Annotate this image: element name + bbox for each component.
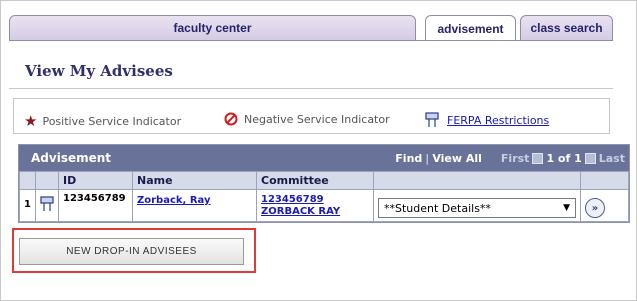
ferpa-icon [40, 196, 54, 212]
table-row: 1 123456789 Zorback, Ray 123456789 ZORBA… [19, 189, 629, 222]
tab-divider [9, 40, 613, 41]
ferpa-restrictions-link[interactable]: FERPA Restrictions [447, 114, 549, 127]
col-go [580, 171, 629, 190]
tab-label: faculty center [173, 21, 252, 35]
tab-class-search[interactable]: class search [520, 15, 613, 40]
grid-navigation: Find | View All First 1 of 1 Last [395, 152, 625, 165]
legend-ferpa: FERPA Restrictions [425, 112, 549, 128]
col-name: Name [132, 171, 257, 190]
chevron-down-icon: ▼ [563, 203, 570, 213]
advisee-name-cell: Zorback, Ray [132, 189, 257, 222]
next-arrow-icon[interactable] [584, 153, 596, 164]
nav-separator: | [425, 152, 430, 165]
view-all-link[interactable]: View All [432, 152, 482, 165]
tab-faculty-center[interactable]: faculty center [9, 15, 416, 40]
legend-positive: ★ Positive Service Indicator [24, 112, 181, 130]
col-id: ID [58, 171, 133, 190]
last-label: Last [598, 152, 625, 165]
find-link[interactable]: Find [395, 152, 422, 165]
title-divider [9, 88, 613, 89]
go-button[interactable]: » [585, 198, 605, 218]
new-drop-in-advisees-button[interactable]: NEW DROP-IN ADVISEES [19, 238, 244, 265]
previous-arrow-icon[interactable] [532, 153, 544, 164]
col-icon [35, 171, 59, 190]
tab-label: class search [530, 21, 603, 35]
advisee-id: 123456789 [58, 189, 133, 222]
star-icon: ★ [24, 112, 38, 130]
first-label: First [500, 152, 530, 165]
col-row-num [19, 171, 36, 190]
legend-positive-label: Positive Service Indicator [42, 114, 182, 128]
committee-name-link[interactable]: ZORBACK RAY [261, 206, 340, 217]
committee-cell: 123456789 ZORBACK RAY [256, 189, 374, 222]
legend-negative: Negative Service Indicator [224, 112, 390, 126]
legend-negative-label: Negative Service Indicator [244, 112, 390, 126]
page-title: View My Advisees [25, 62, 173, 80]
row-range: 1 of 1 [546, 152, 582, 165]
go-cell: » [580, 189, 629, 222]
action-cell: **Student Details** ▼ [373, 189, 581, 222]
tab-advisement[interactable]: advisement [425, 15, 516, 41]
advisement-grid: Advisement Find | View All First 1 of 1 … [18, 144, 630, 223]
tab-label: advisement [437, 21, 504, 36]
committee-id-link[interactable]: 123456789 [261, 194, 324, 205]
grid-caption: Advisement [31, 151, 112, 165]
col-committee: Committee [256, 171, 374, 190]
row-ferpa-cell [35, 189, 59, 222]
advisee-name-link[interactable]: Zorback, Ray [137, 195, 210, 206]
dropdown-value: **Student Details** [384, 201, 491, 215]
row-number: 1 [19, 189, 36, 222]
student-details-dropdown[interactable]: **Student Details** ▼ [378, 198, 576, 218]
prohibited-icon [224, 112, 238, 126]
col-action [373, 171, 581, 190]
indicator-legend: ★ Positive Service Indicator Negative Se… [13, 98, 610, 134]
ferpa-icon [425, 112, 439, 128]
grid-header: Advisement Find | View All First 1 of 1 … [19, 145, 629, 171]
advisees-table: ID Name Committee 1 123456789 Zorback, R… [19, 171, 629, 222]
double-chevron-right-icon: » [591, 202, 599, 214]
